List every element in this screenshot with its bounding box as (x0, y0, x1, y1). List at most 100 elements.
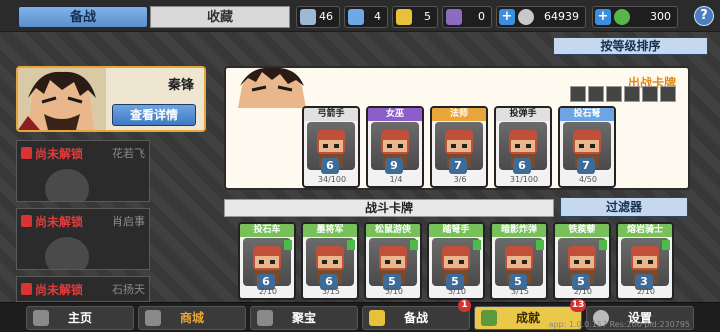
hero-portrait (18, 68, 106, 130)
upgrade-arrow-icon (599, 240, 607, 250)
selected-hero-card[interactable]: 秦锋 查看详情 (16, 66, 206, 132)
skull-icon (624, 86, 640, 102)
locked-hero-card[interactable]: 尚未解锁 石扬天 (16, 276, 150, 302)
tab-prepare[interactable]: 备战 (18, 6, 148, 28)
card-level: 3/6 (453, 175, 467, 184)
unit-card[interactable]: 法师 7 3/6 (430, 106, 488, 188)
locked-hero-name: 花若飞 (112, 147, 145, 160)
card-level: 3/15 (322, 287, 340, 296)
deck-stat-icons (568, 86, 676, 102)
locked-hero-card[interactable]: 尚未解锁 肖启事 (16, 208, 150, 270)
card-name: 法师 (432, 108, 486, 121)
card-cost: 9 (385, 158, 403, 174)
unit-card[interactable]: 踏弩手 5 3/10 (427, 222, 485, 300)
help-button[interactable]: ? (694, 6, 714, 26)
hero-silhouette (45, 237, 89, 269)
card-name: 踏弩手 (429, 224, 483, 237)
hero-silhouette (45, 169, 89, 201)
sort-by-level-button[interactable]: 按等级排序 (553, 37, 708, 55)
nav-prepare[interactable]: 备战 (362, 306, 470, 330)
sword-icon (570, 86, 586, 102)
resource-gold-crest: 5 (392, 6, 438, 28)
combat-cards-header: 战斗卡牌 (224, 199, 554, 217)
locked-hero-name: 石扬天 (112, 283, 145, 296)
version-text: app: 1.0.0.157 Res:200 pid:230795 (548, 320, 690, 329)
unit-card[interactable]: 暗影炸弹墨...53/15 (490, 222, 548, 300)
resource-coins[interactable]: + 64939 (496, 6, 586, 28)
resource-purple-crest: 0 (442, 6, 492, 28)
resource-gems: 46 (296, 6, 340, 28)
trophy-icon (481, 310, 497, 326)
card-level: 2/10 (259, 287, 277, 296)
card-level: 1/4 (389, 175, 403, 184)
locked-status: 尚未解锁 (35, 215, 84, 229)
card-name: 弓箭手 (304, 108, 358, 121)
resource-green-coins[interactable]: + 300 (592, 6, 678, 28)
silver-coin-icon (518, 9, 534, 25)
card-name: 铁蒺藜 (555, 224, 609, 237)
card-name: 投石弩 (560, 108, 614, 121)
card-cost: 7 (577, 158, 595, 174)
upgrade-arrow-icon (536, 240, 544, 250)
nav-shop[interactable]: 商城 (138, 306, 246, 330)
plus-icon[interactable]: + (595, 9, 611, 25)
unit-card[interactable]: 松鼠游侠 5 3/10 (364, 222, 422, 300)
lock-icon (21, 215, 32, 227)
filter-button[interactable]: 过滤器 (560, 197, 688, 217)
nav-treasure[interactable]: 聚宝 (250, 306, 358, 330)
locked-status: 尚未解锁 (35, 283, 84, 297)
upgrade-arrow-icon (347, 240, 355, 250)
upgrade-arrow-icon (284, 240, 292, 250)
lock-icon (21, 147, 32, 159)
card-level: 4/50 (579, 175, 597, 184)
unit-card[interactable]: 弓箭手 6 34/100 (302, 106, 360, 188)
card-cost: 6 (513, 158, 531, 174)
top-bar: 备战 收藏 46 4 5 0 + 64939 + 300 ? (0, 0, 720, 32)
card-level: 3/10 (448, 287, 466, 296)
treasure-icon (257, 310, 273, 326)
card-name: 投弹手 (496, 108, 550, 121)
hero-name: 秦锋 (167, 78, 194, 93)
card-name: 投石车 (240, 224, 294, 237)
card-name: 女巫 (368, 108, 422, 121)
upgrade-arrow-icon (662, 240, 670, 250)
locked-hero-name: 肖启事 (112, 215, 145, 228)
home-icon (33, 310, 49, 326)
card-level: 2/10 (574, 287, 592, 296)
gold-crest-icon (396, 9, 412, 25)
notification-badge: 1 (458, 299, 471, 312)
card-cost: 7 (449, 158, 467, 174)
unit-card[interactable]: 铁蒺藜 5 2/10 (553, 222, 611, 300)
upgrade-arrow-icon (473, 240, 481, 250)
lock-icon (21, 283, 32, 295)
locked-hero-card[interactable]: 尚未解锁 花若飞 (16, 140, 150, 202)
card-level: 3/15 (511, 287, 529, 296)
hero-face-portrait (238, 68, 306, 108)
view-details-button[interactable]: 查看详情 (112, 104, 196, 126)
deck-icon (369, 310, 385, 326)
tab-collection[interactable]: 收藏 (150, 6, 290, 28)
card-cost: 6 (321, 158, 339, 174)
unit-card[interactable]: 投石车 6 2/10 (238, 222, 296, 300)
blue-crystal-icon (348, 9, 364, 25)
nav-home[interactable]: 主页 (26, 306, 134, 330)
unit-card[interactable]: 女巫 9 1/4 (366, 106, 424, 188)
plus-icon[interactable]: + (499, 9, 515, 25)
purple-crest-icon (446, 9, 462, 25)
locked-status: 尚未解锁 (35, 147, 84, 161)
unit-card[interactable]: 墨将军 6 3/15 (301, 222, 359, 300)
card-name: 暗影炸弹墨... (492, 224, 546, 248)
wall-icon (642, 86, 658, 102)
card-name: 熔岩骑士 (618, 224, 672, 237)
green-coin-icon (614, 9, 630, 25)
resource-crystal: 4 (344, 6, 388, 28)
notification-badge: 13 (570, 299, 586, 312)
skull-icon (606, 86, 622, 102)
card-name: 松鼠游侠 (366, 224, 420, 237)
unit-card[interactable]: 熔岩骑士 3 2/10 (616, 222, 674, 300)
blue-gem-icon (300, 9, 316, 25)
unit-card[interactable]: 投弹手 6 31/100 (494, 106, 552, 188)
card-level: 3/10 (385, 287, 403, 296)
unit-card[interactable]: 投石弩 7 4/50 (558, 106, 616, 188)
card-level: 2/10 (637, 287, 655, 296)
